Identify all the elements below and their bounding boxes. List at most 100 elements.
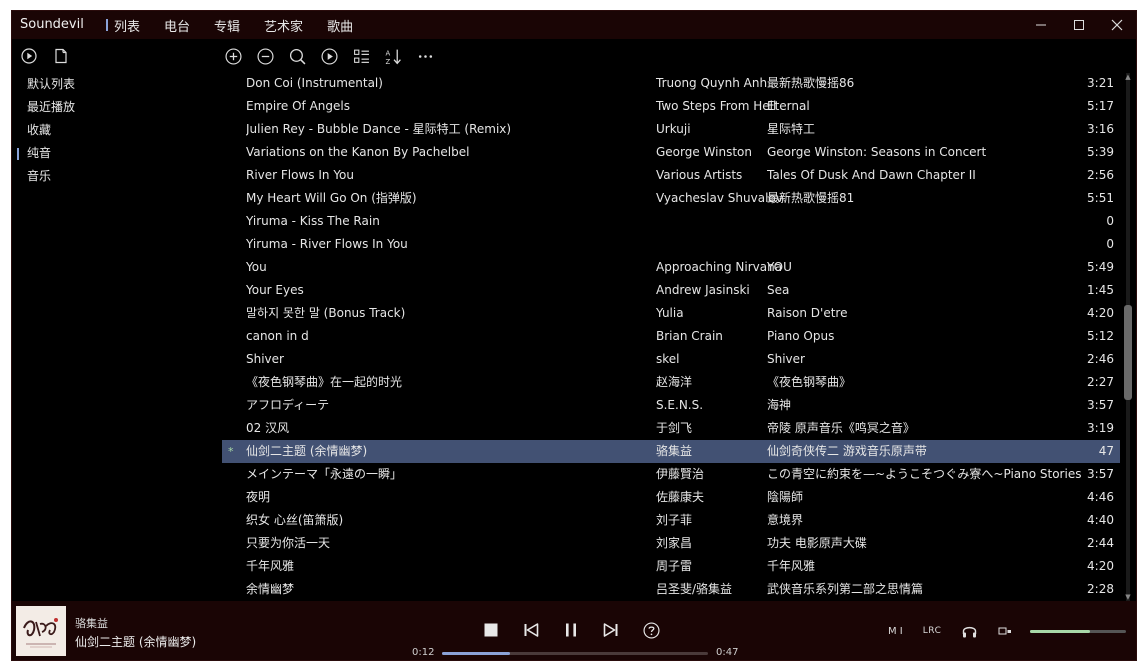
maximize-icon — [1074, 20, 1084, 30]
track-album: 最新热歌慢摇86 — [767, 76, 855, 90]
nav-tab-2[interactable]: 专辑 — [214, 16, 240, 35]
track-row[interactable]: Shiver skel Shiver 2:46 — [222, 348, 1120, 371]
track-row[interactable]: アフロディーテ S.E.N.S. 海神 3:57 — [222, 394, 1120, 417]
pause-button[interactable] — [562, 621, 580, 639]
track-row[interactable]: Julien Rey - Bubble Dance - 星际特工 (Remix)… — [222, 118, 1120, 141]
track-row[interactable]: 《夜色钢琴曲》在一起的时光 赵海洋 《夜色钢琴曲》 2:27 — [222, 371, 1120, 394]
track-row[interactable]: My Heart Will Go On (指弹版) Vyacheslav Shuv… — [222, 187, 1120, 210]
play-mode-button[interactable]: M I — [888, 623, 903, 639]
close-button[interactable] — [1098, 11, 1136, 39]
sidebar-item-3[interactable]: 纯音 — [12, 142, 212, 165]
play-list-button[interactable] — [20, 47, 38, 65]
track-title: メインテーマ「永遠の一瞬」 — [246, 467, 403, 481]
add-track-button[interactable] — [224, 47, 242, 65]
volume-slider[interactable] — [1030, 630, 1126, 633]
list-view-button[interactable] — [352, 47, 370, 65]
track-row[interactable]: canon in d Brian Crain Piano Opus 5:12 — [222, 325, 1120, 348]
track-row[interactable]: Empire Of Angels Two Steps From Hell Etern… — [222, 95, 1120, 118]
track-row[interactable]: Your Eyes Andrew Jasinski Sea 1:45 — [222, 279, 1120, 302]
scroll-up-icon[interactable]: ▲ — [1124, 73, 1132, 81]
track-row[interactable]: * 仙剑二主题 (余情幽梦) 骆集益 仙剑奇侠传二 游戏音乐原声带 47 — [222, 440, 1120, 463]
track-row[interactable]: メインテーマ「永遠の一瞬」 伊藤賢治 この青空に約束を—~ようこそつぐみ寮へ~Pia… — [222, 463, 1120, 486]
track-duration: 4:20 — [1087, 559, 1114, 573]
nav-tab-label: 艺术家 — [264, 19, 304, 35]
track-row[interactable]: 千年风雅 周子雷 千年风雅 4:20 — [222, 555, 1120, 578]
window-controls — [1022, 11, 1136, 39]
title-bar: Soundevil 列表 电台 专辑 艺术家 歌曲 — [12, 11, 1136, 39]
sidebar-item-4[interactable]: 音乐 — [12, 165, 212, 188]
track-album: 千年风雅 — [767, 559, 816, 573]
track-duration: 2:27 — [1087, 375, 1114, 389]
scroll-thumb[interactable] — [1124, 305, 1132, 400]
next-button[interactable] — [602, 621, 620, 639]
nav-tab-1[interactable]: 电台 — [164, 16, 190, 35]
track-title: Empire Of Angels — [246, 99, 350, 113]
track-album: 武侠音乐系列第二部之思情篇 — [767, 582, 924, 596]
album-cover[interactable] — [16, 606, 66, 656]
track-row[interactable]: 织女 心丝(笛箫版) 刘子菲 意境界 4:40 — [222, 509, 1120, 532]
mini-mode-icon — [998, 627, 1012, 635]
lyrics-button[interactable]: LRC — [923, 623, 942, 639]
progress-fill — [442, 652, 510, 655]
stop-icon — [484, 623, 498, 637]
track-duration: 3:19 — [1087, 421, 1114, 435]
track-row[interactable]: Yiruma - Kiss The Rain 0 — [222, 210, 1120, 233]
track-artist: 于剑飞 — [656, 421, 693, 435]
help-button[interactable] — [642, 621, 660, 639]
track-duration: 2:46 — [1087, 352, 1114, 366]
track-row[interactable]: Yiruma - River Flows In You 0 — [222, 233, 1120, 256]
minimize-icon — [1036, 24, 1046, 26]
track-album: 仙剑奇侠传二 游戏音乐原声带 — [767, 444, 927, 458]
track-duration: 0 — [1106, 237, 1114, 251]
scroll-down-icon[interactable]: ▼ — [1124, 593, 1132, 601]
track-row[interactable]: 余情幽梦 吕圣斐/骆集益 武侠音乐系列第二部之思情篇 2:28 — [222, 578, 1120, 601]
track-album: 功夫 电影原声大碟 — [767, 536, 867, 550]
remove-icon — [256, 47, 274, 65]
nav-tab-0[interactable]: 列表 — [106, 16, 140, 35]
sidebar-item-0[interactable]: 默认列表 — [12, 73, 212, 96]
sidebar-item-2[interactable]: 收藏 — [12, 119, 212, 142]
track-row[interactable]: 02 汉风 于剑飞 帝陵 原声音乐《鸣冥之音》 3:19 — [222, 417, 1120, 440]
track-row[interactable]: 말하지 못한 말 (Bonus Track) Yulia Raison D'etre… — [222, 302, 1120, 325]
progress-bar[interactable] — [442, 652, 708, 655]
nav-tab-label: 电台 — [164, 19, 191, 35]
track-list-scrollbar[interactable]: ▲ ▼ — [1124, 73, 1132, 601]
track-duration: 4:40 — [1087, 513, 1114, 527]
search-button[interactable] — [288, 47, 306, 65]
track-row[interactable]: 只要为你活一天 刘家昌 功夫 电影原声大碟 2:44 — [222, 532, 1120, 555]
track-artist: 骆集益 — [656, 444, 693, 458]
more-button[interactable] — [416, 47, 434, 65]
track-duration: 2:56 — [1087, 168, 1114, 182]
nav-tab-4[interactable]: 歌曲 — [327, 16, 353, 35]
headphones-icon — [963, 626, 977, 638]
new-list-button[interactable] — [52, 47, 70, 65]
nav-tab-3[interactable]: 艺术家 — [264, 16, 303, 35]
add-icon — [224, 47, 242, 65]
maximize-button[interactable] — [1060, 11, 1098, 39]
stop-button[interactable] — [482, 621, 500, 639]
track-artist: S.E.N.S. — [656, 398, 704, 412]
track-artist: George Winston — [656, 145, 753, 159]
output-device-button[interactable] — [961, 623, 978, 639]
nav-tab-label: 歌曲 — [327, 19, 354, 35]
minimize-button[interactable] — [1022, 11, 1060, 39]
now-playing-title: 仙剑二主题 (余情幽梦) — [75, 635, 197, 649]
track-row[interactable]: River Flows In You Various Artists Tales O… — [222, 164, 1120, 187]
track-album: Shiver — [767, 352, 805, 366]
track-album: 最新热歌慢摇81 — [767, 191, 855, 205]
sort-button[interactable]: AZ — [384, 47, 402, 65]
remove-track-button[interactable] — [256, 47, 274, 65]
app-window: Soundevil 列表 电台 专辑 艺术家 歌曲 默认列表 最近播放 收藏 纯音 音乐 — [11, 10, 1137, 661]
track-row[interactable]: You Approaching Nirvana YOU 5:49 — [222, 256, 1120, 279]
previous-button[interactable] — [522, 621, 540, 639]
track-row[interactable]: 夜明 佐藤康夫 陰陽師 4:46 — [222, 486, 1120, 509]
track-row[interactable]: Variations on the Kanon By Pachelbel Geor… — [222, 141, 1120, 164]
track-row[interactable]: Don Coi (Instrumental) Truong Quynh Anh 最新… — [222, 72, 1120, 95]
track-artist: 伊藤賢治 — [656, 467, 705, 481]
sidebar-item-1[interactable]: 最近播放 — [12, 96, 212, 119]
track-title: canon in d — [246, 329, 309, 343]
locate-playing-button[interactable] — [320, 47, 338, 65]
track-artist: 刘子菲 — [656, 513, 693, 527]
track-duration: 5:17 — [1087, 99, 1114, 113]
mini-mode-button[interactable] — [998, 623, 1012, 639]
